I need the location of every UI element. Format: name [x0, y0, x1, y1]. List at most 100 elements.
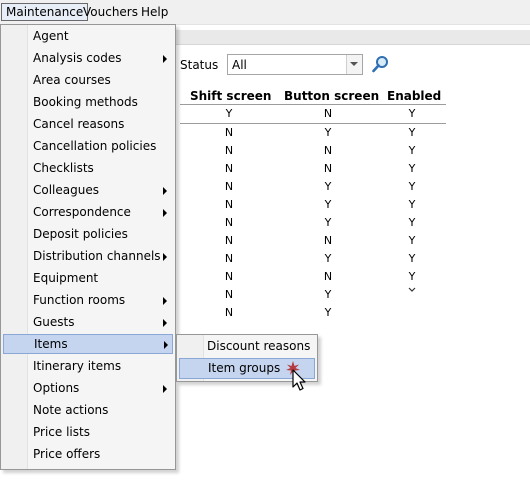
cell-button-screen: Y: [324, 180, 332, 193]
combobox-dropdown-button[interactable]: [346, 55, 362, 74]
menu-item-label: Cancel reasons: [33, 117, 125, 131]
submenu-arrow-icon: [163, 319, 167, 327]
menu-item-cancellation-policies[interactable]: Cancellation policies: [3, 136, 173, 156]
cell-button-screen: Y: [324, 198, 332, 211]
menu-item-correspondence[interactable]: Correspondence: [3, 202, 173, 222]
menu-item-cancel-reasons[interactable]: Cancel reasons: [3, 114, 173, 134]
toolbar-band: [176, 30, 530, 45]
menu-item-deposit-policies[interactable]: Deposit policies: [3, 224, 173, 244]
cell-enabled: Y: [408, 216, 416, 229]
cell-enabled: Y: [408, 198, 416, 211]
cell-shift-screen: N: [224, 252, 234, 265]
cell-button-screen: N: [323, 107, 333, 120]
cell-shift-screen: N: [224, 288, 234, 301]
menu-maintenance[interactable]: Maintenance: [1, 3, 89, 21]
menu-item-label: Area courses: [33, 73, 111, 87]
table-row[interactable]: N N Y: [180, 160, 446, 178]
cell-enabled: Y: [408, 234, 416, 247]
menu-item-label: Analysis codes: [33, 51, 122, 65]
cell-shift-screen: N: [224, 306, 234, 319]
table-row[interactable]: N Y: [180, 304, 446, 322]
menu-item-label: Options: [33, 381, 80, 395]
cell-button-screen: N: [323, 234, 333, 247]
cell-button-screen: Y: [324, 306, 332, 319]
menu-item-label: Colleagues: [33, 183, 99, 197]
menu-item-price-lists[interactable]: Price lists: [3, 422, 173, 442]
table-row[interactable]: N Y Y: [180, 214, 446, 232]
cell-shift-screen: N: [224, 270, 234, 283]
menu-item-analysis-codes[interactable]: Analysis codes: [3, 48, 173, 68]
menu-item-note-actions[interactable]: Note actions: [3, 400, 173, 420]
menu-item-checklists[interactable]: Checklists: [3, 158, 173, 178]
cell-enabled: Y: [408, 180, 416, 193]
table-row[interactable]: N Y: [180, 286, 446, 304]
status-combobox-value: All: [232, 58, 247, 72]
cell-shift-screen: Y: [225, 107, 233, 120]
menu-item-distribution-channels[interactable]: Distribution channels: [3, 246, 173, 266]
menu-item-area-courses[interactable]: Area courses: [3, 70, 173, 90]
menu-item-label: Guests: [33, 315, 75, 329]
chevron-down-icon: [350, 62, 358, 66]
menu-item-label: Distribution channels: [33, 249, 161, 263]
table-row[interactable]: Y N Y: [180, 105, 446, 124]
column-header-enabled[interactable]: Enabled: [387, 88, 441, 104]
cell-enabled: Y: [408, 126, 416, 139]
menu-item-booking-methods[interactable]: Booking methods: [3, 92, 173, 112]
cell-button-screen: Y: [324, 252, 332, 265]
cell-enabled: Y: [408, 252, 416, 265]
grid-body: Y N Y N Y Y N N Y N N Y N Y Y N Y Y N Y …: [180, 105, 446, 325]
menu-item-colleagues[interactable]: Colleagues: [3, 180, 173, 200]
mouse-pointer-icon: [284, 361, 310, 391]
cell-button-screen: Y: [324, 126, 332, 139]
table-row[interactable]: N Y Y: [180, 196, 446, 214]
menu-item-label: Checklists: [33, 161, 94, 175]
table-row[interactable]: N Y Y: [180, 250, 446, 268]
cell-button-screen: Y: [324, 288, 332, 301]
cell-shift-screen: N: [224, 144, 234, 157]
table-row[interactable]: N Y Y: [180, 178, 446, 196]
menu-item-options[interactable]: Options: [3, 378, 173, 398]
menu-item-label: Note actions: [33, 403, 109, 417]
menu-item-items[interactable]: Items: [3, 334, 173, 354]
submenu-arrow-icon: [163, 297, 167, 305]
cell-shift-screen: N: [224, 216, 234, 229]
menu-item-label: Price offers: [33, 447, 101, 461]
menu-item-label: Deposit policies: [33, 227, 128, 241]
column-header-button-screen[interactable]: Button screen: [284, 88, 379, 104]
menu-item-price-offers[interactable]: Price offers: [3, 444, 173, 464]
chevron-down-icon: [402, 281, 422, 299]
menu-item-label: Itinerary items: [33, 359, 122, 373]
maintenance-dropdown-menu: Agent Analysis codes Area courses Bookin…: [0, 24, 176, 470]
submenu-arrow-icon: [163, 209, 167, 217]
menu-bar: Maintenance Vouchers Help: [0, 0, 530, 25]
menu-help[interactable]: Help: [137, 3, 172, 21]
menu-item-label: Booking methods: [33, 95, 138, 109]
menu-item-label: Function rooms: [33, 293, 126, 307]
submenu-arrow-icon: [163, 187, 167, 195]
cell-enabled: Y: [408, 107, 416, 120]
cell-enabled: Y: [408, 144, 416, 157]
cell-button-screen: N: [323, 162, 333, 175]
menu-item-itinerary-items[interactable]: Itinerary items: [3, 356, 173, 376]
status-label: Status: [180, 58, 219, 72]
table-row[interactable]: N N Y: [180, 232, 446, 250]
menu-item-function-rooms[interactable]: Function rooms: [3, 290, 173, 310]
menu-vouchers[interactable]: Vouchers: [79, 3, 142, 21]
menu-item-label: Cancellation policies: [33, 139, 157, 153]
menu-item-agent[interactable]: Agent: [3, 26, 173, 46]
status-combobox[interactable]: All: [227, 54, 363, 75]
submenu-item-discount-reasons[interactable]: Discount reasons: [179, 336, 315, 357]
submenu-item-label: Discount reasons: [207, 339, 311, 353]
cell-shift-screen: N: [224, 162, 234, 175]
submenu-item-label: Item groups: [208, 361, 281, 375]
submenu-arrow-icon: [163, 385, 167, 393]
menu-item-label: Items: [34, 337, 68, 351]
table-row[interactable]: N Y Y: [180, 124, 446, 142]
table-row[interactable]: N N Y: [180, 142, 446, 160]
column-header-shift-screen[interactable]: Shift screen: [190, 88, 271, 104]
menu-item-guests[interactable]: Guests: [3, 312, 173, 332]
cell-button-screen: Y: [324, 216, 332, 229]
menu-item-equipment[interactable]: Equipment: [3, 268, 173, 288]
submenu-arrow-icon: [164, 341, 168, 349]
search-icon[interactable]: [371, 55, 391, 75]
